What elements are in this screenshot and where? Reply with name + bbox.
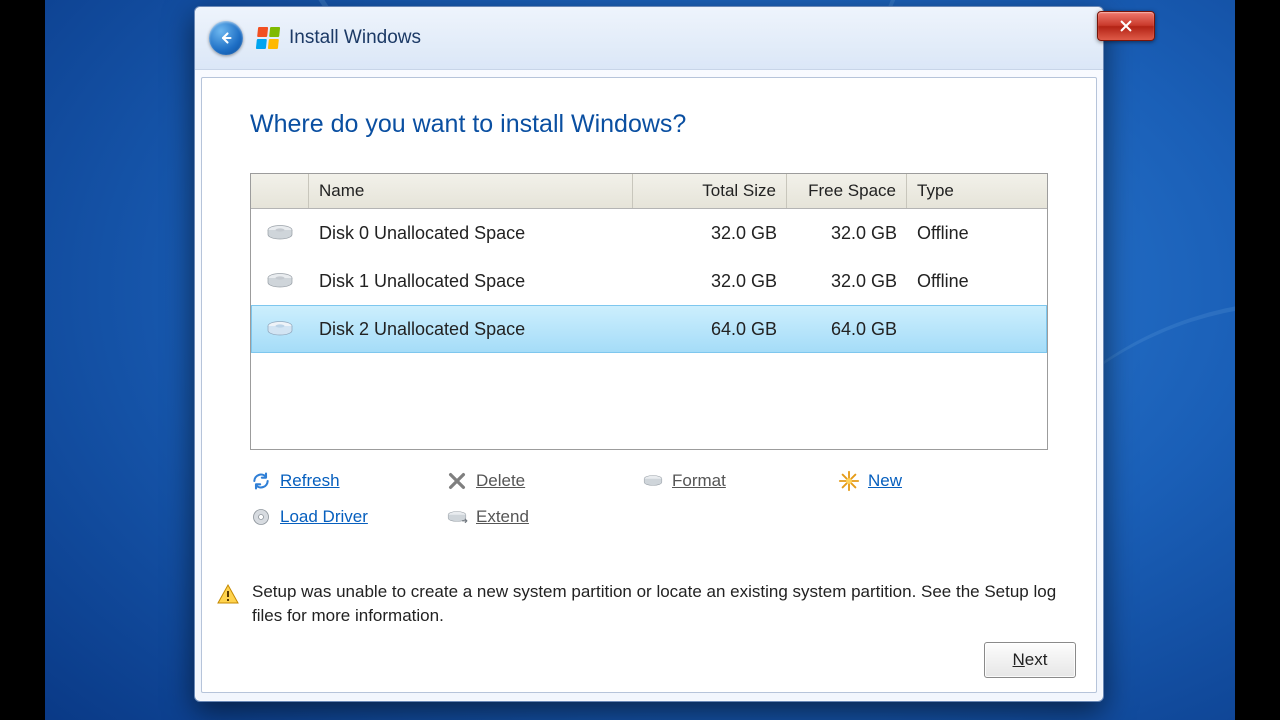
disk-total: 64.0 GB	[633, 319, 787, 340]
load-driver-label: Load Driver	[280, 507, 368, 527]
content-area: Where do you want to install Windows? Na…	[201, 77, 1097, 693]
extend-label: Extend	[476, 507, 529, 527]
warning-icon	[216, 582, 240, 613]
install-windows-window: Install Windows Where do you want to ins…	[194, 6, 1104, 702]
drive-actions: Refresh Delete Format	[250, 470, 1048, 528]
header-total[interactable]: Total Size	[633, 174, 787, 208]
disk-total: 32.0 GB	[633, 271, 787, 292]
header-free[interactable]: Free Space	[787, 174, 907, 208]
load-driver-icon	[250, 506, 272, 528]
disk-name: Disk 0 Unallocated Space	[309, 223, 633, 244]
format-icon	[642, 470, 664, 492]
disk-row[interactable]: Disk 2 Unallocated Space 64.0 GB 64.0 GB	[251, 305, 1047, 353]
warning-text: Setup was unable to create a new system …	[252, 580, 1082, 628]
format-label: Format	[672, 471, 726, 491]
disk-type: Offline	[907, 223, 1047, 244]
load-driver-action[interactable]: Load Driver	[250, 506, 446, 528]
header-icon[interactable]	[251, 174, 309, 208]
delete-icon	[446, 470, 468, 492]
extend-icon	[446, 506, 468, 528]
refresh-icon	[250, 470, 272, 492]
disk-table-body: Disk 0 Unallocated Space 32.0 GB 32.0 GB…	[251, 209, 1047, 449]
hard-drive-icon	[265, 319, 295, 339]
disk-total: 32.0 GB	[633, 223, 787, 244]
back-arrow-icon	[217, 29, 235, 47]
close-icon	[1119, 19, 1133, 33]
disk-table: Name Total Size Free Space Type	[250, 173, 1048, 450]
refresh-label: Refresh	[280, 471, 340, 491]
disk-table-header: Name Total Size Free Space Type	[251, 174, 1047, 209]
disk-free: 32.0 GB	[787, 271, 907, 292]
disk-name: Disk 2 Unallocated Space	[309, 319, 633, 340]
disk-name: Disk 1 Unallocated Space	[309, 271, 633, 292]
disk-free: 64.0 GB	[787, 319, 907, 340]
windows-logo-icon	[256, 27, 280, 49]
hard-drive-icon	[265, 271, 295, 291]
close-button[interactable]	[1097, 11, 1155, 41]
disk-free: 32.0 GB	[787, 223, 907, 244]
window-title: Install Windows	[289, 27, 421, 49]
disk-row[interactable]: Disk 0 Unallocated Space 32.0 GB 32.0 GB…	[251, 209, 1047, 257]
header-type[interactable]: Type	[907, 174, 1047, 208]
new-action[interactable]: New	[838, 470, 1034, 492]
extend-action[interactable]: Extend	[446, 506, 642, 528]
format-action[interactable]: Format	[642, 470, 838, 492]
back-button[interactable]	[209, 21, 243, 55]
disk-row[interactable]: Disk 1 Unallocated Space 32.0 GB 32.0 GB…	[251, 257, 1047, 305]
next-button[interactable]: Next	[984, 642, 1076, 678]
disk-type: Offline	[907, 271, 1047, 292]
next-label-rest: ext	[1025, 650, 1048, 669]
delete-action[interactable]: Delete	[446, 470, 642, 492]
delete-label: Delete	[476, 471, 525, 491]
new-label: New	[868, 471, 902, 491]
refresh-action[interactable]: Refresh	[250, 470, 446, 492]
warning-message: Setup was unable to create a new system …	[216, 580, 1082, 628]
new-icon	[838, 470, 860, 492]
titlebar: Install Windows	[195, 7, 1103, 70]
page-heading: Where do you want to install Windows?	[250, 110, 1048, 139]
hard-drive-icon	[265, 223, 295, 243]
header-name[interactable]: Name	[309, 174, 633, 208]
